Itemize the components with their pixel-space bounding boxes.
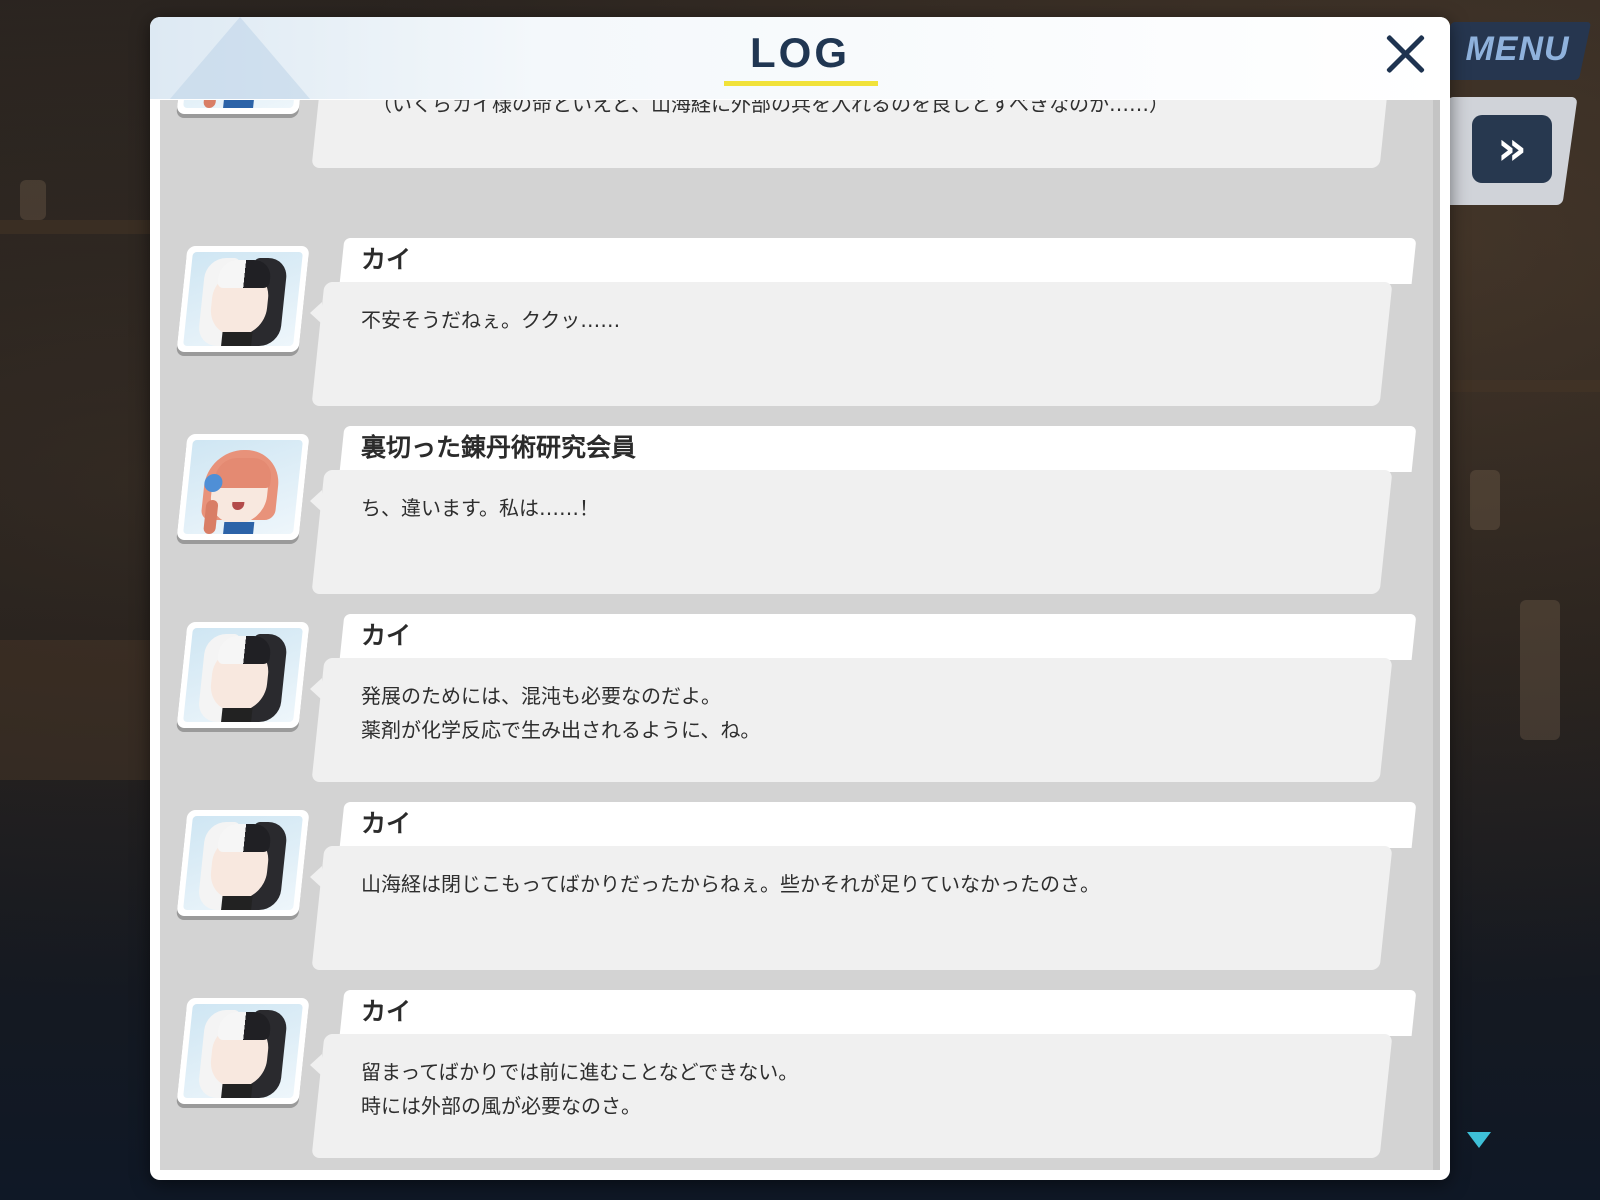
- background-jar: [1520, 600, 1560, 740]
- message-line: （いくらカイ様の命といえど、山海経に外部の兵を入れるのを良しとすべきなのか……）: [372, 100, 1169, 116]
- speaker-name-bar: [339, 238, 1417, 284]
- close-icon[interactable]: [1378, 27, 1434, 83]
- log-list[interactable]: （いくらカイ様の命といえど、山海経に外部の兵を入れるのを良しとすべきなのか……）…: [160, 100, 1440, 1170]
- background-shelf: [0, 220, 150, 234]
- log-entry: カイ 留まってばかりでは前に進むことなどできない。 時には外部の風が必要なのさ。: [160, 990, 1440, 1170]
- background-jar: [20, 180, 46, 220]
- speaker-name: カイ: [361, 997, 412, 1026]
- background-shelf: [1440, 380, 1600, 392]
- log-header: LOG: [150, 17, 1450, 99]
- menu-label[interactable]: MENU: [1455, 30, 1580, 69]
- speaker-name: カイ: [361, 245, 412, 274]
- log-entry: 裏切った錬丹術研究会員 ち、違います。私は……！: [160, 426, 1440, 610]
- message-box: [311, 470, 1393, 594]
- avatar-kai: [176, 246, 310, 352]
- speaker-name-bar: [339, 802, 1417, 848]
- log-entry: カイ 山海経は閉じこもってばかりだったからねぇ。些かそれが足りていなかったのさ。: [160, 802, 1440, 986]
- log-entry: （いくらカイ様の命といえど、山海経に外部の兵を入れるのを良しとすべきなのか……）: [160, 100, 1440, 184]
- speaker-name: 裏切った錬丹術研究会員: [361, 433, 637, 462]
- speaker-name-bar: [339, 990, 1417, 1036]
- message-box: [311, 282, 1393, 406]
- log-title: LOG: [750, 29, 850, 76]
- message-pointer: [310, 678, 322, 700]
- speaker-name: カイ: [361, 809, 412, 838]
- avatar-kai: [176, 998, 310, 1104]
- log-window: LOG （いくらカイ様の命といえど、山海経に外部の兵を入れるのを良しとすべきなの…: [150, 17, 1450, 1180]
- log-entry: カイ 不安そうだねぇ。ククッ……: [160, 238, 1440, 422]
- avatar-traitor-member: [176, 434, 310, 540]
- triangle-down-icon: [1467, 1132, 1491, 1148]
- message-box: [311, 846, 1393, 970]
- avatar-kai: [176, 622, 310, 728]
- message-line: ち、違います。私は……！: [361, 496, 599, 520]
- message-pointer: [310, 1054, 322, 1076]
- avatar-kai: [176, 810, 310, 916]
- background-shelf: [0, 640, 150, 780]
- message-line: 不安そうだねぇ。ククッ……: [361, 308, 621, 332]
- log-entry: カイ 発展のためには、混沌も必要なのだよ。 薬剤が化学反応で生み出されるように、…: [160, 614, 1440, 798]
- message-pointer: [310, 490, 322, 512]
- background-jar: [1470, 470, 1500, 530]
- message-line: 発展のためには、混沌も必要なのだよ。: [361, 684, 721, 708]
- message-line: 留まってばかりでは前に進むことなどできない。: [361, 1060, 799, 1084]
- message-pointer: [310, 302, 322, 324]
- avatar-traitor-member: [176, 100, 310, 114]
- speaker-name: カイ: [361, 621, 412, 650]
- title-underline: [724, 81, 878, 86]
- fast-forward-icon[interactable]: »: [1472, 115, 1552, 183]
- speaker-name-bar: [339, 614, 1417, 660]
- message-line: 山海経は閉じこもってばかりだったからねぇ。些かそれが足りていなかったのさ。: [361, 872, 1100, 896]
- message-line: 薬剤が化学反応で生み出されるように、ね。: [361, 718, 761, 742]
- message-pointer: [310, 866, 322, 888]
- message-line: 時には外部の風が必要なのさ。: [361, 1094, 641, 1118]
